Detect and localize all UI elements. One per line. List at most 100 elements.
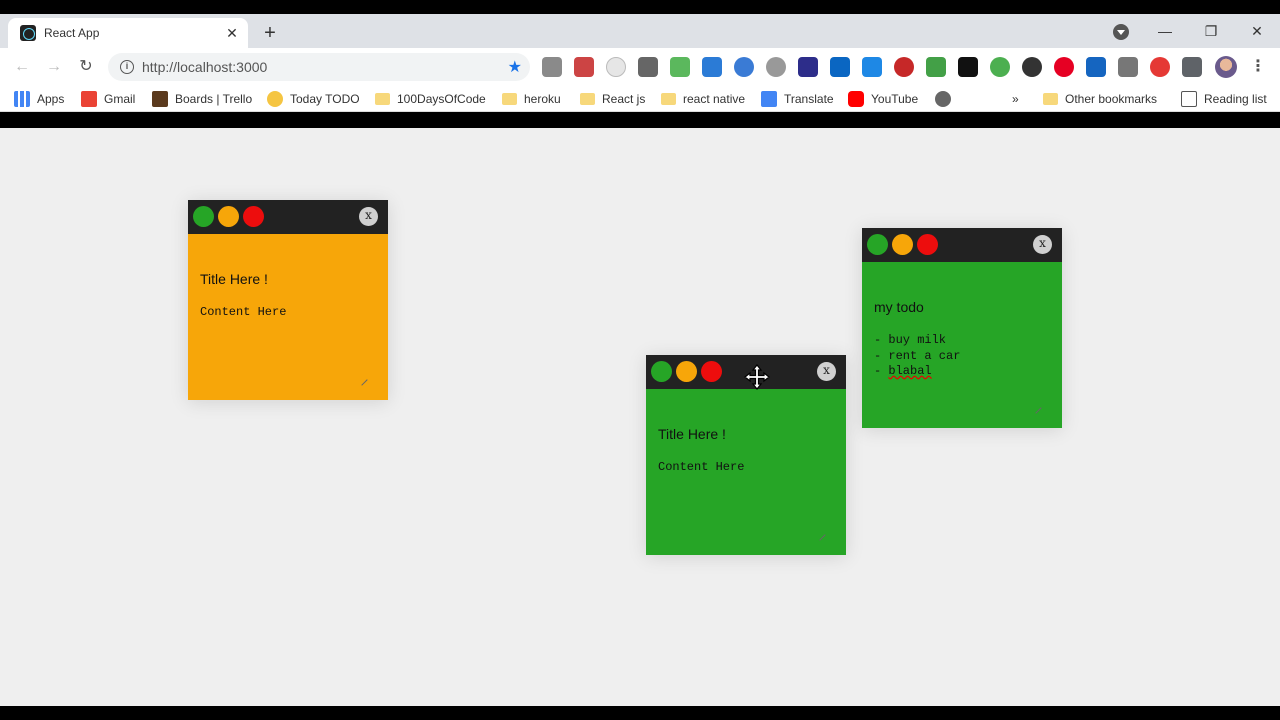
note-drag-bar[interactable]: x [188,200,388,234]
minimize-button[interactable]: — [1142,23,1188,39]
folder-icon [502,93,517,105]
browser-toolbar: ← → ↻ i http://localhost:3000 ★ [0,48,1280,86]
bookmark-globe[interactable] [935,90,958,108]
new-tab-button[interactable]: + [260,23,280,43]
overflow-chevron-icon: » [1012,92,1019,106]
tab-title: React App [44,26,100,40]
pinterest-extension-icon[interactable] [1054,57,1074,77]
sticky-note-yellow[interactable]: x Title Here ! Content Here [188,200,388,400]
bookmark-100daysofcode[interactable]: 100DaysOfCode [375,90,486,108]
seo-extension-icon[interactable] [894,57,914,77]
bookmark-react-js[interactable]: React js [580,90,645,108]
linkedin-extension-icon[interactable] [830,57,850,77]
restore-button[interactable]: ❐ [1188,23,1234,40]
yellow-color-button[interactable] [892,234,913,255]
bookmark-other[interactable]: Other bookmarks [1043,90,1157,108]
note-content[interactable]: Content Here [200,305,376,321]
bookmark-apps[interactable]: Apps [14,90,64,108]
reading-list[interactable]: Reading list [1181,90,1267,108]
iq-extension-icon[interactable] [862,57,882,77]
note-content[interactable]: - buy milk - rent a car - blabal [874,333,1050,380]
sticky-note-todo[interactable]: x my todo - buy milk - rent a car - blab… [862,228,1062,428]
folder-icon [580,93,595,105]
reload-button[interactable]: ↻ [76,57,96,77]
green-color-button[interactable] [867,234,888,255]
green-color-button[interactable] [193,206,214,227]
bookmark-today-todo[interactable]: Today TODO [267,90,360,108]
bookmark-react-native[interactable]: react native [661,90,745,108]
note-title[interactable]: my todo [874,299,1050,315]
yellow-color-button[interactable] [218,206,239,227]
bookmark-trello[interactable]: Boards | Trello [152,90,252,108]
extension-icon-20[interactable] [1150,57,1170,77]
separator-bar [0,112,1280,128]
translate-icon [761,91,777,107]
note-body[interactable]: my todo - buy milk - rent a car - blabal [862,262,1062,428]
note-title[interactable]: Title Here ! [200,271,376,287]
extension-icon-6[interactable] [702,57,722,77]
close-window-button[interactable]: ✕ [1234,23,1280,40]
bookmark-translate[interactable]: Translate [761,90,834,108]
note-body[interactable]: Title Here ! Content Here [188,234,388,400]
close-note-button[interactable]: x [359,207,378,226]
extensions-puzzle-icon[interactable] [1182,57,1202,77]
resize-handle-icon[interactable] [356,374,368,386]
bottom-black-bar [0,706,1280,720]
note-body[interactable]: Title Here ! Content Here [646,389,846,555]
profile-avatar[interactable] [1215,56,1237,78]
close-note-button[interactable]: x [1033,235,1052,254]
red-color-button[interactable] [917,234,938,255]
resize-handle-icon[interactable] [1030,402,1042,414]
info-icon[interactable]: i [120,60,134,74]
reading-list-icon [1181,91,1197,107]
chart-extension-icon[interactable] [926,57,946,77]
react-icon [20,25,36,41]
bookmark-label: react native [683,92,746,106]
forward-button[interactable]: → [44,57,64,77]
misspelled-word: blabal [888,364,932,378]
bookmark-star-icon[interactable]: ★ [508,57,522,77]
todo-line-prefix: - [874,364,889,378]
extension-icon-9[interactable] [798,57,818,77]
red-color-button[interactable] [701,361,722,382]
bookmark-youtube[interactable]: YouTube [848,90,918,108]
youtube-icon [848,91,864,107]
extension-icon-2[interactable] [574,57,594,77]
extension-icon-7[interactable] [734,57,754,77]
note-drag-bar[interactable]: x [862,228,1062,262]
green-color-button[interactable] [651,361,672,382]
resize-handle-icon[interactable] [814,529,826,541]
extension-icon-18[interactable] [1086,57,1106,77]
bookmark-label: Reading list [1204,92,1267,106]
red-color-button[interactable] [243,206,264,227]
bookmark-label: YouTube [871,92,919,106]
menu-kebab-icon[interactable]: ⋮ [1250,57,1266,77]
extension-icon-19[interactable] [1118,57,1138,77]
bookmarks-overflow[interactable]: » [1012,90,1019,108]
extension-icon-8[interactable] [766,57,786,77]
bookmark-label: Other bookmarks [1065,92,1158,106]
tab-search-icon[interactable] [1113,24,1129,40]
camera-extension-icon[interactable] [542,57,562,77]
todo-line: - buy milk [874,333,947,347]
bookmark-heroku[interactable]: heroku [502,90,561,108]
bookmark-label: Today TODO [290,92,360,106]
bookmark-label: Apps [37,92,65,106]
address-bar[interactable]: i http://localhost:3000 ★ [108,53,530,81]
back-button[interactable]: ← [12,57,32,77]
yellow-color-button[interactable] [676,361,697,382]
screenshot-extension-icon[interactable] [958,57,978,77]
extension-icon-3[interactable] [606,57,626,77]
extension-icon-5[interactable] [670,57,690,77]
window-controls: — ❐ ✕ [1142,14,1280,48]
note-title[interactable]: Title Here ! [658,426,834,442]
extension-icon-16[interactable] [1022,57,1042,77]
extension-icon-15[interactable] [990,57,1010,77]
url-text[interactable]: http://localhost:3000 [142,59,508,75]
tab-close-icon[interactable]: ✕ [224,25,240,41]
bookmark-gmail[interactable]: Gmail [81,90,135,108]
tab-react-app[interactable]: React App ✕ [8,18,248,48]
eyedropper-extension-icon[interactable] [638,57,658,77]
close-note-button[interactable]: x [817,362,836,381]
note-content[interactable]: Content Here [658,460,834,476]
